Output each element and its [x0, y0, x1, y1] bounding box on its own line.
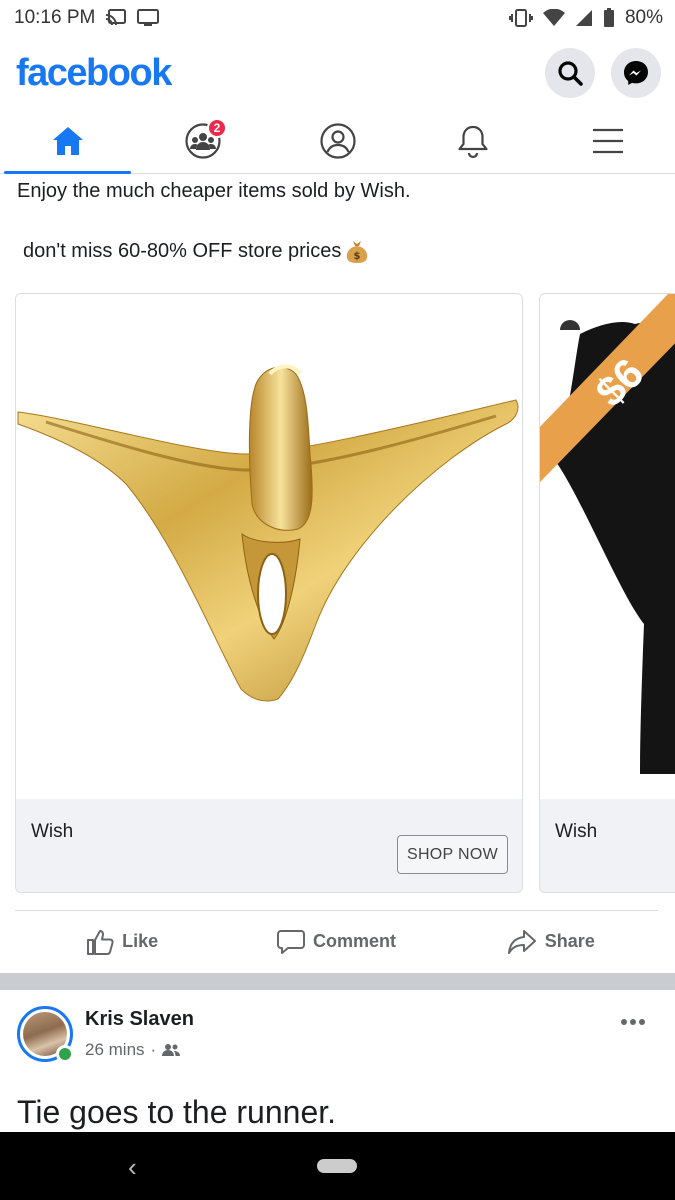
- product-card[interactable]: $6 Wish: [539, 293, 675, 893]
- product-brand: Wish: [555, 821, 598, 842]
- product-brand: Wish: [31, 821, 74, 842]
- main-tab-bar: 2: [0, 108, 675, 174]
- screen-icon: [137, 9, 160, 27]
- tab-profile[interactable]: [270, 108, 405, 173]
- ad-post-text-line-2-label: don't miss 60-80% OFF store prices: [23, 239, 342, 262]
- post-body: Tie goes to the runner.: [17, 1094, 337, 1130]
- vibrate-icon: [508, 8, 533, 28]
- comment-button[interactable]: Comment: [229, 911, 443, 972]
- tab-home[interactable]: [0, 108, 135, 174]
- more-icon: [621, 1019, 645, 1025]
- status-bar: 10:16 PM 80%: [0, 0, 675, 36]
- like-icon: [87, 929, 114, 955]
- wifi-icon: [542, 9, 565, 27]
- product-image[interactable]: $6: [540, 294, 675, 801]
- battery-percent: 80%: [624, 7, 663, 28]
- status-time: 10:16 PM: [14, 7, 96, 28]
- messenger-icon: [624, 61, 648, 85]
- ad-post-text-line-2: don't miss 60-80% OFF store prices $: [23, 238, 369, 264]
- bell-icon: [457, 125, 488, 158]
- product-card-footer: Wish SHOP NOW: [16, 799, 522, 892]
- back-icon[interactable]: ‹: [128, 1152, 137, 1183]
- post-author[interactable]: Kris Slaven: [85, 1008, 194, 1031]
- tab-menu[interactable]: [540, 108, 675, 173]
- profile-icon: [319, 122, 356, 159]
- feed-divider: [0, 973, 675, 990]
- facebook-logo[interactable]: facebook: [16, 52, 172, 95]
- price-banner: $6: [540, 294, 675, 550]
- online-status-dot: [56, 1045, 74, 1063]
- friends-icon: [162, 1044, 181, 1056]
- cast-icon: [105, 9, 127, 27]
- groups-badge: 2: [207, 118, 227, 138]
- post-time[interactable]: 26 mins: [85, 1040, 145, 1060]
- comment-label: Comment: [312, 931, 396, 951]
- like-button[interactable]: Like: [15, 911, 229, 972]
- menu-icon: [592, 128, 623, 153]
- tab-groups[interactable]: 2: [135, 108, 270, 173]
- share-icon: [507, 929, 536, 954]
- comment-icon: [276, 929, 305, 954]
- share-button[interactable]: Share: [444, 911, 658, 972]
- shop-now-button[interactable]: SHOP NOW: [397, 835, 508, 874]
- tab-notifications[interactable]: [405, 108, 540, 173]
- like-label: Like: [122, 931, 159, 951]
- svg-text:$: $: [354, 251, 361, 262]
- post-actions: Like Comment Share: [15, 910, 658, 972]
- product-card[interactable]: Wish SHOP NOW: [15, 293, 523, 893]
- search-button[interactable]: [545, 48, 595, 98]
- separator-dot: ·: [150, 1040, 157, 1059]
- money-bag-icon: $: [347, 241, 368, 263]
- post-options-button[interactable]: [620, 1006, 646, 1032]
- product-card-footer: Wish: [540, 799, 675, 892]
- search-icon: [558, 61, 583, 86]
- home-icon: [52, 126, 83, 155]
- battery-icon: [603, 8, 615, 28]
- app-header: facebook: [0, 42, 675, 104]
- signal-icon: [575, 9, 593, 27]
- product-image[interactable]: [16, 294, 522, 801]
- product-carousel[interactable]: Wish SHOP NOW $6 Wish: [15, 293, 675, 894]
- messenger-button[interactable]: [611, 48, 661, 98]
- home-gesture-pill[interactable]: [317, 1159, 357, 1173]
- share-label: Share: [544, 931, 595, 951]
- ad-post-text-line-1: Enjoy the much cheaper items sold by Wis…: [17, 180, 411, 202]
- system-nav-bar: ‹: [0, 1132, 675, 1200]
- post-meta: 26 mins ·: [85, 1040, 181, 1060]
